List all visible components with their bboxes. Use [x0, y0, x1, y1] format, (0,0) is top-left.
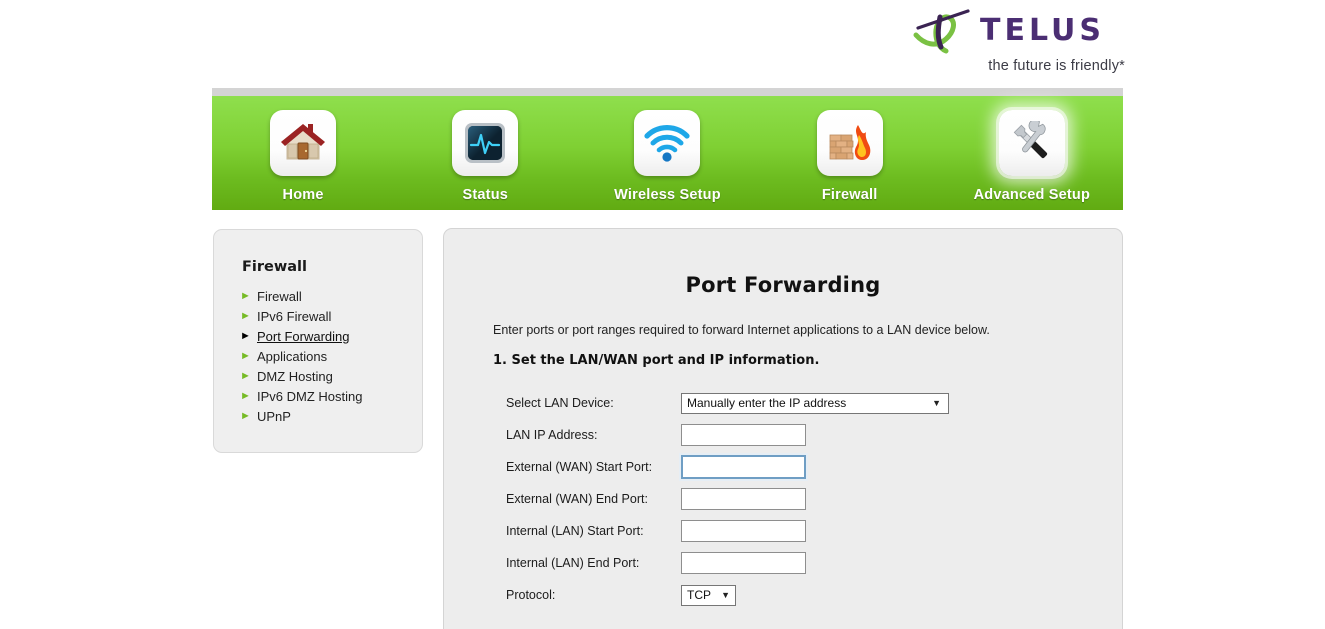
sidebar-item-label: IPv6 Firewall [257, 308, 332, 324]
chevron-down-icon: ▼ [932, 398, 941, 408]
lan-ip-address-input[interactable] [681, 424, 806, 446]
telus-tagline: the future is friendly* [988, 58, 1125, 74]
page-title: Port Forwarding [685, 273, 881, 297]
page-description: Enter ports or port ranges required to f… [493, 323, 990, 337]
form-row-external-wan-end-port: External (WAN) End Port: [444, 483, 1122, 515]
label-external-wan-start-port: External (WAN) Start Port: [506, 460, 653, 474]
protocol-dropdown[interactable]: TCP ▼ [681, 584, 736, 606]
sidebar-item-label: UPnP [257, 408, 291, 424]
house-icon [270, 110, 337, 176]
sidebar-item-label: Firewall [257, 288, 302, 304]
router-admin-page: TELUS the future is friendly* Home Statu… [0, 0, 1325, 629]
logo-row: TELUS [910, 8, 1105, 54]
select-lan-device-value: Manually enter the IP address [687, 396, 847, 410]
chevron-down-icon: ▼ [721, 590, 730, 600]
form-row-protocol: Protocol: TCP ▼ [444, 579, 1122, 611]
label-select-lan-device: Select LAN Device: [506, 396, 614, 410]
sidebar-item-ipv6-dmz-hosting[interactable]: ► IPv6 DMZ Hosting [240, 386, 420, 406]
telus-logo: TELUS the future is friendly* [910, 8, 1125, 78]
protocol-value: TCP [687, 588, 711, 602]
external-wan-start-port-input[interactable] [681, 455, 806, 479]
port-forwarding-form: Select LAN Device: Manually enter the IP… [444, 387, 1122, 611]
sidebar: Firewall ► Firewall ► IPv6 Firewall ► Po… [213, 229, 423, 453]
sidebar-item-label: Port Forwarding [257, 328, 350, 344]
form-row-select-lan-device: Select LAN Device: Manually enter the IP… [444, 387, 1122, 419]
telus-t-swirl-icon [910, 8, 978, 54]
label-internal-lan-end-port: Internal (LAN) End Port: [506, 556, 640, 570]
firewall-flame-icon [816, 110, 883, 176]
nav-item-status[interactable]: Status [410, 96, 560, 203]
sidebar-item-port-forwarding[interactable]: ► Port Forwarding [240, 326, 420, 346]
sidebar-item-dmz-hosting[interactable]: ► DMZ Hosting [240, 366, 420, 386]
arrow-right-icon: ► [240, 309, 251, 322]
label-protocol: Protocol: [506, 588, 556, 602]
sidebar-item-firewall[interactable]: ► Firewall [240, 286, 420, 306]
arrow-right-icon: ► [240, 329, 251, 342]
internal-lan-start-port-input[interactable] [681, 520, 806, 542]
nav-top-strip [212, 88, 1123, 96]
sidebar-item-upnp[interactable]: ► UPnP [240, 406, 420, 426]
label-internal-lan-start-port: Internal (LAN) Start Port: [506, 524, 644, 538]
heartbeat-monitor-icon [452, 110, 519, 176]
form-row-internal-lan-end-port: Internal (LAN) End Port: [444, 547, 1122, 579]
step-1-heading: 1. Set the LAN/WAN port and IP informati… [493, 353, 820, 368]
nav-item-advanced-setup[interactable]: Advanced Setup [957, 96, 1107, 203]
arrow-right-icon: ► [240, 389, 251, 402]
label-external-wan-end-port: External (WAN) End Port: [506, 492, 648, 506]
external-wan-end-port-input[interactable] [681, 488, 806, 510]
nav-item-wireless-setup[interactable]: Wireless Setup [592, 96, 742, 203]
tools-icon [998, 110, 1065, 176]
nav-label-home: Home [282, 187, 324, 203]
arrow-right-icon: ► [240, 409, 251, 422]
sidebar-item-label: DMZ Hosting [257, 368, 333, 384]
page-header: TELUS the future is friendly* [0, 0, 1325, 88]
telus-wordmark: TELUS [980, 13, 1105, 48]
sidebar-item-label: Applications [257, 348, 328, 364]
form-row-lan-ip-address: LAN IP Address: [444, 419, 1122, 451]
sidebar-title: Firewall [242, 259, 307, 275]
internal-lan-end-port-input[interactable] [681, 552, 806, 574]
select-lan-device-dropdown[interactable]: Manually enter the IP address ▼ [681, 392, 949, 414]
nav-label-advanced-setup: Advanced Setup [973, 187, 1091, 203]
sidebar-item-applications[interactable]: ► Applications [240, 346, 420, 366]
main-navigation: Home Status Wireless Setup Firewall Adva… [212, 96, 1123, 210]
nav-label-wireless-setup: Wireless Setup [614, 187, 721, 203]
arrow-right-icon: ► [240, 289, 251, 302]
main-content-panel: Port Forwarding Enter ports or port rang… [443, 228, 1123, 629]
nav-label-firewall: Firewall [821, 187, 878, 203]
nav-label-status: Status [462, 187, 509, 203]
form-row-internal-lan-start-port: Internal (LAN) Start Port: [444, 515, 1122, 547]
form-row-external-wan-start-port: External (WAN) Start Port: [444, 451, 1122, 483]
label-lan-ip-address: LAN IP Address: [506, 428, 598, 442]
nav-item-home[interactable]: Home [228, 96, 378, 203]
sidebar-menu: ► Firewall ► IPv6 Firewall ► Port Forwar… [240, 286, 420, 426]
sidebar-item-label: IPv6 DMZ Hosting [257, 388, 363, 404]
arrow-right-icon: ► [240, 349, 251, 362]
wifi-icon [634, 110, 701, 176]
nav-item-firewall[interactable]: Firewall [775, 96, 925, 203]
arrow-right-icon: ► [240, 369, 251, 382]
sidebar-item-ipv6-firewall[interactable]: ► IPv6 Firewall [240, 306, 420, 326]
